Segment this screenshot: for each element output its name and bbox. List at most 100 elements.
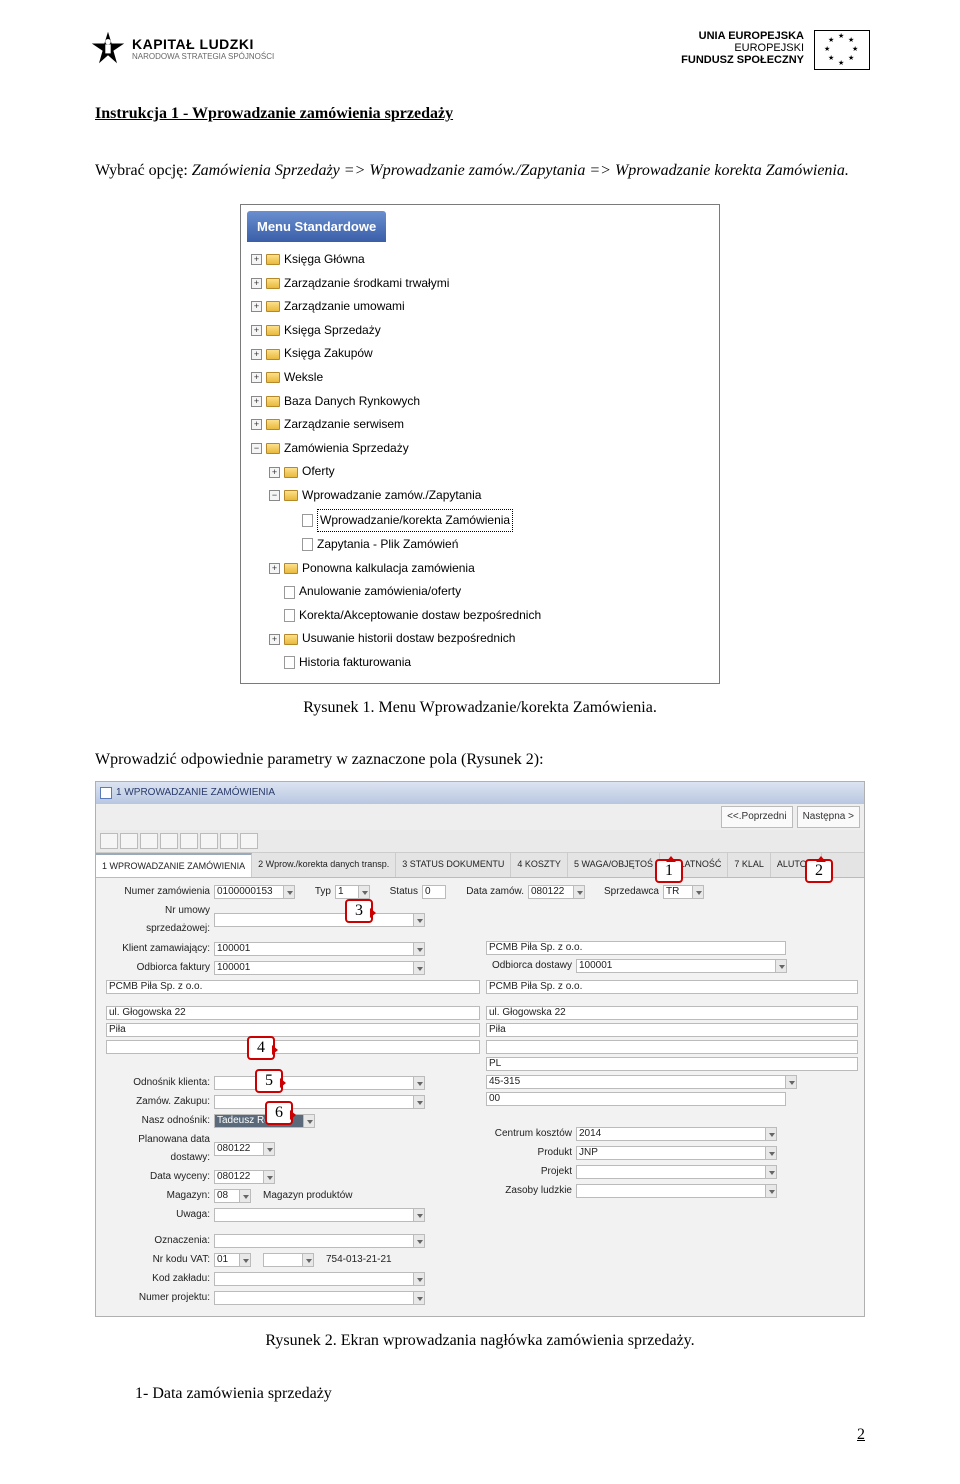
field-kod-zakl[interactable] — [214, 1272, 414, 1286]
form-tab[interactable]: 7 KLAL — [728, 853, 771, 877]
dropdown-icon[interactable] — [765, 1127, 777, 1141]
field-plan[interactable]: 080122 — [214, 1142, 264, 1156]
field-odnosnik[interactable] — [214, 1076, 414, 1090]
tree-item[interactable]: +Oferty — [247, 460, 713, 484]
expand-icon[interactable]: + — [251, 254, 262, 265]
callout-1: 1 — [655, 859, 683, 883]
tree-item[interactable]: +Zarządzanie środkami trwałymi — [247, 272, 713, 296]
toolbar-button[interactable] — [240, 833, 258, 849]
field-nr-proj[interactable] — [214, 1291, 414, 1305]
expand-icon[interactable]: + — [251, 372, 262, 383]
tree-item[interactable]: −Zamówienia Sprzedaży — [247, 437, 713, 461]
field-klient[interactable]: 100001 — [214, 942, 414, 956]
dropdown-icon[interactable] — [573, 885, 585, 899]
expand-icon[interactable]: − — [251, 443, 262, 454]
form-tab[interactable]: 4 KOSZTY — [511, 853, 568, 877]
dropdown-icon[interactable] — [239, 1189, 251, 1203]
expand-icon[interactable]: + — [251, 396, 262, 407]
dropdown-icon[interactable] — [413, 1234, 425, 1248]
tree-item[interactable]: Wprowadzanie/korekta Zamówienia — [247, 508, 713, 534]
form-tab[interactable]: 2 Wprow./korekta danych transp. — [252, 853, 396, 877]
dropdown-icon[interactable] — [303, 1114, 315, 1128]
dropdown-icon[interactable] — [765, 1146, 777, 1160]
tree-item[interactable]: +Weksle — [247, 366, 713, 390]
field-status[interactable]: 0 — [422, 885, 446, 899]
tree-item-label: Zarządzanie serwisem — [284, 414, 404, 436]
field-ozn[interactable] — [214, 1234, 414, 1248]
expand-icon[interactable]: + — [251, 419, 262, 430]
nav-next-button[interactable]: Następna > — [797, 806, 860, 828]
field-uwaga[interactable] — [214, 1208, 414, 1222]
dropdown-icon[interactable] — [413, 1272, 425, 1286]
dropdown-icon[interactable] — [413, 1095, 425, 1109]
dropdown-icon[interactable] — [765, 1184, 777, 1198]
field-odb-dostawy[interactable]: 100001 — [576, 959, 776, 973]
toolbar-button[interactable] — [180, 833, 198, 849]
toolbar-button[interactable] — [200, 833, 218, 849]
tree-item[interactable]: + Zarządzanie serwisem — [247, 413, 713, 437]
tree-item[interactable]: −Wprowadzanie zamów./Zapytania — [247, 484, 713, 508]
tree-item[interactable]: Korekta/Akceptowanie dostaw bezpośrednic… — [247, 604, 713, 628]
toolbar-button[interactable] — [140, 833, 158, 849]
page-title: Instrukcja 1 - Wprowadzanie zamówienia s… — [95, 100, 865, 129]
tree-item[interactable]: + Księga Sprzedaży — [247, 319, 713, 343]
form-tab[interactable]: 5 WAGA/OBJĘTOŚ — [568, 853, 660, 877]
tree-item[interactable]: +Ponowna kalkulacja zamówienia — [247, 557, 713, 581]
field-odbiorca[interactable]: 100001 — [214, 961, 414, 975]
expand-icon[interactable]: + — [251, 301, 262, 312]
dropdown-icon[interactable] — [692, 885, 704, 899]
dropdown-icon[interactable] — [413, 913, 425, 927]
dropdown-icon[interactable] — [263, 1170, 275, 1184]
expand-icon[interactable]: − — [269, 490, 280, 501]
form-tab[interactable]: 3 STATUS DOKUMENTU — [396, 853, 511, 877]
field-vat2[interactable] — [263, 1253, 303, 1267]
form-tabs: 1 WPROWADZANIE ZAMÓWIENIA2 Wprow./korekt… — [96, 853, 864, 878]
field-data-wyc[interactable]: 080122 — [214, 1170, 264, 1184]
dropdown-icon[interactable] — [413, 1291, 425, 1305]
toolbar-button[interactable] — [220, 833, 238, 849]
nav-prev-button[interactable]: <<.Poprzedni — [721, 806, 793, 828]
tree-item-label: Księga Sprzedaży — [284, 320, 381, 342]
dropdown-icon[interactable] — [283, 885, 295, 899]
tree-item[interactable]: Historia fakturowania — [247, 651, 713, 675]
field-magazyn[interactable]: 08 — [214, 1189, 240, 1203]
expand-icon[interactable]: + — [269, 634, 280, 645]
field-sprzedawca[interactable]: TR — [663, 885, 693, 899]
dropdown-icon[interactable] — [413, 1208, 425, 1222]
dropdown-icon[interactable] — [413, 942, 425, 956]
toolbar-button[interactable] — [100, 833, 118, 849]
tree-item[interactable]: +Baza Danych Rynkowych — [247, 390, 713, 414]
dropdown-icon[interactable] — [775, 959, 787, 973]
form-tab[interactable]: 1 WPROWADZANIE ZAMÓWIENIA — [96, 853, 252, 877]
field-nr-umowy[interactable] — [214, 913, 414, 927]
field-numer[interactable]: 0100000153 — [214, 885, 284, 899]
form-titlebar: 1 WPROWADZANIE ZAMÓWIENIA — [96, 782, 864, 804]
field-data-zamow[interactable]: 080122 — [528, 885, 574, 899]
tree-item[interactable]: Zapytania - Plik Zamówień — [247, 533, 713, 557]
dropdown-icon[interactable] — [765, 1165, 777, 1179]
toolbar-button[interactable] — [120, 833, 138, 849]
tree-item[interactable]: +Zarządzanie umowami — [247, 295, 713, 319]
toolbar-button[interactable] — [160, 833, 178, 849]
field-projekt[interactable] — [576, 1165, 766, 1179]
field-zasoby[interactable] — [576, 1184, 766, 1198]
tree-item[interactable]: +Księga Zakupów — [247, 342, 713, 366]
expand-icon[interactable]: + — [269, 467, 280, 478]
expand-icon[interactable]: + — [251, 278, 262, 289]
dropdown-icon[interactable] — [413, 961, 425, 975]
expand-icon[interactable]: + — [251, 349, 262, 360]
expand-icon[interactable]: + — [251, 325, 262, 336]
expand-icon[interactable]: + — [269, 563, 280, 574]
tree-item[interactable]: +Księga Główna — [247, 248, 713, 272]
field-vat[interactable]: 01 — [214, 1253, 240, 1267]
tree-item[interactable]: +Usuwanie historii dostaw bezpośrednich — [247, 627, 713, 651]
dropdown-icon[interactable] — [785, 1075, 797, 1089]
dropdown-icon[interactable] — [263, 1142, 275, 1156]
field-zamow-zakupu[interactable] — [214, 1095, 414, 1109]
dropdown-icon[interactable] — [413, 1076, 425, 1090]
tree-item[interactable]: Anulowanie zamówienia/oferty — [247, 580, 713, 604]
dropdown-icon[interactable] — [302, 1253, 314, 1267]
dropdown-icon[interactable] — [239, 1253, 251, 1267]
field-centrum[interactable]: 2014 — [576, 1127, 766, 1141]
field-produkt[interactable]: JNP — [576, 1146, 766, 1160]
